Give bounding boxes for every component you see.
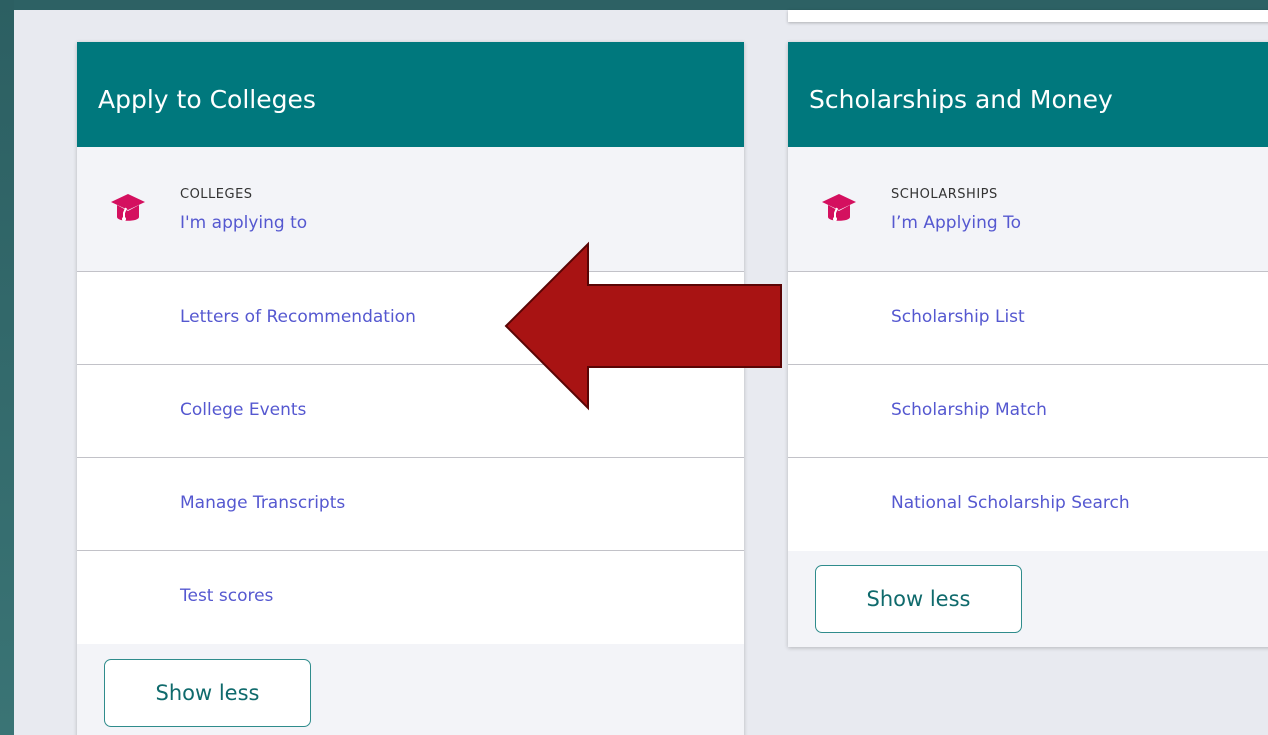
show-less-button[interactable]: Show less — [815, 565, 1022, 633]
card-title: Apply to Colleges — [98, 85, 316, 114]
scholarship-match-link[interactable]: Scholarship Match — [891, 400, 1047, 420]
window-frame-top — [0, 0, 1268, 10]
list-item[interactable]: Test scores — [77, 551, 744, 644]
show-less-button[interactable]: Show less — [104, 659, 311, 727]
college-events-link[interactable]: College Events — [180, 400, 306, 420]
scholarships-primary-section: SCHOLARSHIPS I’m Applying To — [788, 147, 1268, 272]
scholarships-caption: SCHOLARSHIPS — [891, 187, 998, 202]
letters-of-recommendation-link[interactable]: Letters of Recommendation — [180, 307, 416, 327]
previous-card-edge — [788, 10, 1268, 22]
list-item[interactable]: College Events — [77, 365, 744, 458]
national-scholarship-search-link[interactable]: National Scholarship Search — [891, 493, 1130, 513]
list-item[interactable]: Manage Transcripts — [77, 458, 744, 551]
graduation-cap-icon — [822, 194, 856, 221]
test-scores-link[interactable]: Test scores — [180, 586, 273, 606]
card-footer: Show less — [77, 644, 744, 735]
graduation-cap-icon — [111, 194, 145, 221]
list-item[interactable]: Letters of Recommendation — [77, 272, 744, 365]
colleges-caption: COLLEGES — [180, 187, 253, 202]
card-header: Scholarships and Money — [788, 42, 1268, 147]
dashboard-page: Apply to Colleges COLLEGES I'm applying … — [14, 10, 1268, 735]
list-item[interactable]: National Scholarship Search — [788, 458, 1268, 551]
card-footer: Show less — [788, 551, 1268, 647]
scholarships-applying-to-link[interactable]: I’m Applying To — [891, 213, 1021, 233]
card-title: Scholarships and Money — [809, 85, 1113, 114]
apply-to-colleges-card: Apply to Colleges COLLEGES I'm applying … — [77, 42, 744, 735]
colleges-applying-to-link[interactable]: I'm applying to — [180, 213, 307, 233]
scholarships-and-money-card: Scholarships and Money SCHOLARSHIPS I’m … — [788, 42, 1268, 647]
list-item[interactable]: Scholarship List — [788, 272, 1268, 365]
list-item[interactable]: Scholarship Match — [788, 365, 1268, 458]
colleges-primary-section: COLLEGES I'm applying to — [77, 147, 744, 272]
manage-transcripts-link[interactable]: Manage Transcripts — [180, 493, 345, 513]
card-header: Apply to Colleges — [77, 42, 744, 147]
window-frame-left — [0, 0, 14, 735]
scholarship-list-link[interactable]: Scholarship List — [891, 307, 1025, 327]
